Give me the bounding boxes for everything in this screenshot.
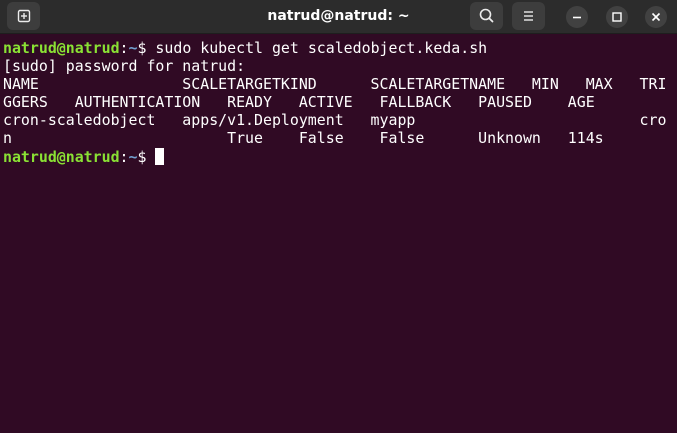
window-title: natrud@natrud: ~ <box>267 8 410 24</box>
menu-button[interactable] <box>512 2 545 30</box>
terminal-window: natrud@natrud: ~ natrud@natrud:~$ sudo k… <box>0 0 677 433</box>
terminal-output-area[interactable]: natrud@natrud:~$ sudo kubectl get scaled… <box>0 34 677 433</box>
prompt-user-host: natrud@natrud <box>3 148 120 166</box>
output-line: NAME SCALETARGETKIND SCALETARGETNAME MIN… <box>3 75 667 93</box>
maximize-button[interactable] <box>606 6 628 28</box>
prompt-user-host: natrud@natrud <box>3 39 120 57</box>
output-line: n True False False Unknown 114s <box>3 129 604 147</box>
prompt-separator: : <box>119 148 129 166</box>
command-text: sudo kubectl get scaledobject.keda.sh <box>146 39 488 57</box>
command-line-1: natrud@natrud:~$ sudo kubectl get scaled… <box>3 39 487 57</box>
minimize-button[interactable] <box>566 6 588 28</box>
search-button[interactable] <box>470 2 503 30</box>
output-line: [sudo] password for natrud: <box>3 57 246 75</box>
prompt-separator: : <box>119 39 129 57</box>
prompt-symbol: $ <box>137 148 147 166</box>
header-bar: natrud@natrud: ~ <box>0 0 677 34</box>
command-line-2: natrud@natrud:~$ <box>3 148 165 166</box>
output-line: GGERS AUTHENTICATION READY ACTIVE FALLBA… <box>3 93 595 111</box>
close-button[interactable] <box>645 6 667 28</box>
new-tab-button[interactable] <box>7 2 40 30</box>
output-line: cron-scaledobject apps/v1.Deployment mya… <box>3 111 667 129</box>
text-cursor <box>155 148 165 165</box>
